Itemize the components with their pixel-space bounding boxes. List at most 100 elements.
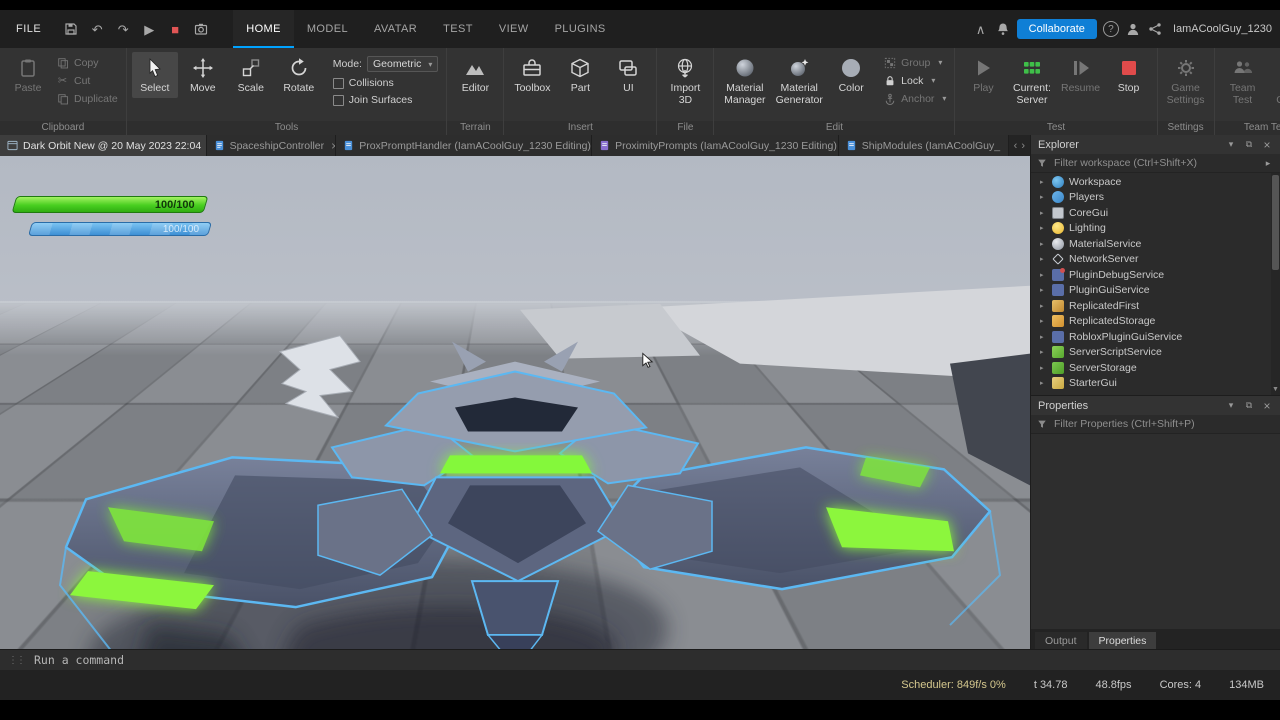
tree-item-plugindebugservice[interactable]: ▸PluginDebugService xyxy=(1031,267,1280,283)
tree-item-replicatedstorage[interactable]: ▸ReplicatedStorage xyxy=(1031,314,1280,330)
tree-item-serverscriptservice[interactable]: ▸ServerScriptService xyxy=(1031,345,1280,361)
lock-dropdown-icon[interactable]: ▾ xyxy=(931,76,935,85)
tab-scroll-left-icon[interactable]: ‹ xyxy=(1014,140,1018,152)
scale-tool-button[interactable]: Scale xyxy=(228,52,274,98)
collisions-checkbox[interactable]: Collisions xyxy=(330,76,442,90)
expander-icon[interactable]: ▸ xyxy=(1040,317,1047,325)
tree-item-startergui[interactable]: ▸StarterGui xyxy=(1031,376,1280,392)
expander-icon[interactable]: ▸ xyxy=(1040,209,1047,217)
username[interactable]: IamACoolGuy_1230 xyxy=(1173,23,1272,35)
tree-item-serverstorage[interactable]: ▸ServerStorage xyxy=(1031,360,1280,376)
tab-scroll-right-icon[interactable]: › xyxy=(1021,140,1025,152)
play-button[interactable]: Play xyxy=(960,52,1006,98)
collaborate-button[interactable]: Collaborate xyxy=(1017,19,1097,39)
share-icon[interactable] xyxy=(1147,21,1163,37)
undo-icon[interactable]: ↶ xyxy=(89,21,105,37)
scroll-down-icon[interactable]: ▼ xyxy=(1271,385,1280,395)
scrollbar-thumb[interactable] xyxy=(1272,175,1279,270)
close-icon[interactable]: × xyxy=(1261,399,1273,413)
viewport-3d[interactable]: 100/100 100/100 xyxy=(0,156,1030,649)
tab-home[interactable]: HOME xyxy=(233,10,294,48)
group-dropdown-icon[interactable]: ▾ xyxy=(938,58,942,67)
tab-properties[interactable]: Properties xyxy=(1089,632,1157,649)
part-button[interactable]: Part xyxy=(557,52,603,98)
chevron-down-icon[interactable]: ▾ xyxy=(1225,139,1237,150)
file-menu[interactable]: FILE xyxy=(8,23,49,35)
group-button[interactable]: Group ▾ xyxy=(880,55,949,70)
doc-tab-shipmodules[interactable]: ShipModules (IamACoolGuy_ × xyxy=(839,135,1009,156)
material-generator-button[interactable]: Material Generator xyxy=(772,52,826,109)
tree-item-lighting[interactable]: ▸Lighting xyxy=(1031,221,1280,237)
exit-game-button[interactable]: Exit Game xyxy=(1268,52,1280,109)
expander-icon[interactable]: ▸ xyxy=(1040,364,1047,372)
tree-item-coregui[interactable]: ▸CoreGui xyxy=(1031,205,1280,221)
paste-button[interactable]: Paste xyxy=(5,52,51,98)
command-input[interactable] xyxy=(32,652,1272,668)
expander-icon[interactable]: ▸ xyxy=(1040,271,1047,279)
ui-button[interactable]: UI xyxy=(605,52,651,98)
expander-icon[interactable]: ▸ xyxy=(1040,240,1047,248)
close-icon[interactable]: × xyxy=(1261,138,1273,152)
copy-button[interactable]: Copy xyxy=(53,55,121,70)
popout-icon[interactable]: ⧉ xyxy=(1243,139,1255,150)
doc-tab-proximityprompts[interactable]: ProximityPrompts (IamACoolGuy_1230 Editi… xyxy=(592,135,839,156)
mode-dropdown[interactable]: Geometric ▾ xyxy=(367,56,438,72)
tree-item-workspace[interactable]: ▸Workspace xyxy=(1031,174,1280,190)
expander-icon[interactable]: ▸ xyxy=(1040,224,1047,232)
tab-test[interactable]: TEST xyxy=(430,10,486,48)
account-icon[interactable] xyxy=(1125,21,1141,37)
tab-avatar[interactable]: AVATAR xyxy=(361,10,430,48)
resume-button[interactable]: Resume xyxy=(1058,52,1104,98)
lock-button[interactable]: Lock ▾ xyxy=(880,73,949,88)
doc-tab-spaceshipcontroller[interactable]: SpaceshipController × xyxy=(207,135,337,156)
expander-icon[interactable]: ▸ xyxy=(1040,379,1047,387)
stop-button[interactable]: Stop xyxy=(1106,52,1152,98)
join-surfaces-checkbox[interactable]: Join Surfaces xyxy=(330,93,442,107)
toolbox-button[interactable]: Toolbox xyxy=(509,52,555,98)
duplicate-button[interactable]: Duplicate xyxy=(53,91,121,106)
move-tool-button[interactable]: Move xyxy=(180,52,226,98)
expander-icon[interactable]: ▸ xyxy=(1040,333,1047,341)
current-server-button[interactable]: Current: Server xyxy=(1008,52,1055,109)
expander-icon[interactable]: ▸ xyxy=(1040,302,1047,310)
chevron-right-icon[interactable]: ▸ xyxy=(1262,158,1274,169)
expander-icon[interactable]: ▸ xyxy=(1040,286,1047,294)
team-test-button[interactable]: Team Test xyxy=(1220,52,1266,109)
redo-icon[interactable]: ↷ xyxy=(115,21,131,37)
help-icon[interactable]: ? xyxy=(1103,21,1119,37)
explorer-filter-input[interactable] xyxy=(1052,156,1257,170)
explorer-scrollbar[interactable]: ▼ xyxy=(1271,173,1280,395)
expander-icon[interactable]: ▸ xyxy=(1040,178,1047,186)
collapse-ribbon-icon[interactable]: ∧ xyxy=(973,21,989,37)
select-tool-button[interactable]: Select xyxy=(132,52,178,98)
notifications-icon[interactable] xyxy=(995,21,1011,37)
quick-stop-icon[interactable]: ■ xyxy=(167,21,183,37)
doc-tab-proxprompthandler[interactable]: ProxPromptHandler (IamACoolGuy_1230 Edit… xyxy=(336,135,592,156)
tree-item-pluginguiservice[interactable]: ▸PluginGuiService xyxy=(1031,283,1280,299)
import-3d-button[interactable]: Import 3D xyxy=(662,52,708,109)
material-manager-button[interactable]: Material Manager xyxy=(719,52,770,109)
save-icon[interactable] xyxy=(63,21,79,37)
drag-grip-icon[interactable]: ⋮⋮ xyxy=(8,655,24,666)
quick-play-icon[interactable]: ▶ xyxy=(141,21,157,37)
tab-model[interactable]: MODEL xyxy=(294,10,361,48)
tree-item-materialservice[interactable]: ▸MaterialService xyxy=(1031,236,1280,252)
cut-button[interactable]: ✂ Cut xyxy=(53,73,121,88)
expander-icon[interactable]: ▸ xyxy=(1040,255,1047,263)
properties-filter-input[interactable] xyxy=(1052,417,1274,431)
chevron-down-icon[interactable]: ▾ xyxy=(1225,400,1237,411)
color-button[interactable]: Color xyxy=(828,52,874,98)
tab-output[interactable]: Output xyxy=(1035,632,1087,649)
expander-icon[interactable]: ▸ xyxy=(1040,193,1047,201)
tab-view[interactable]: VIEW xyxy=(486,10,542,48)
tree-item-robloxpluginguiservice[interactable]: ▸RobloxPluginGuiService xyxy=(1031,329,1280,345)
game-settings-button[interactable]: Game Settings xyxy=(1163,52,1209,109)
tree-item-networkserver[interactable]: ▸NetworkServer xyxy=(1031,252,1280,268)
tree-item-replicatedfirst[interactable]: ▸ReplicatedFirst xyxy=(1031,298,1280,314)
expander-icon[interactable]: ▸ xyxy=(1040,348,1047,356)
tree-item-players[interactable]: ▸Players xyxy=(1031,190,1280,206)
popout-icon[interactable]: ⧉ xyxy=(1243,400,1255,411)
anchor-dropdown-icon[interactable]: ▾ xyxy=(942,94,946,103)
tab-plugins[interactable]: PLUGINS xyxy=(542,10,619,48)
rotate-tool-button[interactable]: Rotate xyxy=(276,52,322,98)
